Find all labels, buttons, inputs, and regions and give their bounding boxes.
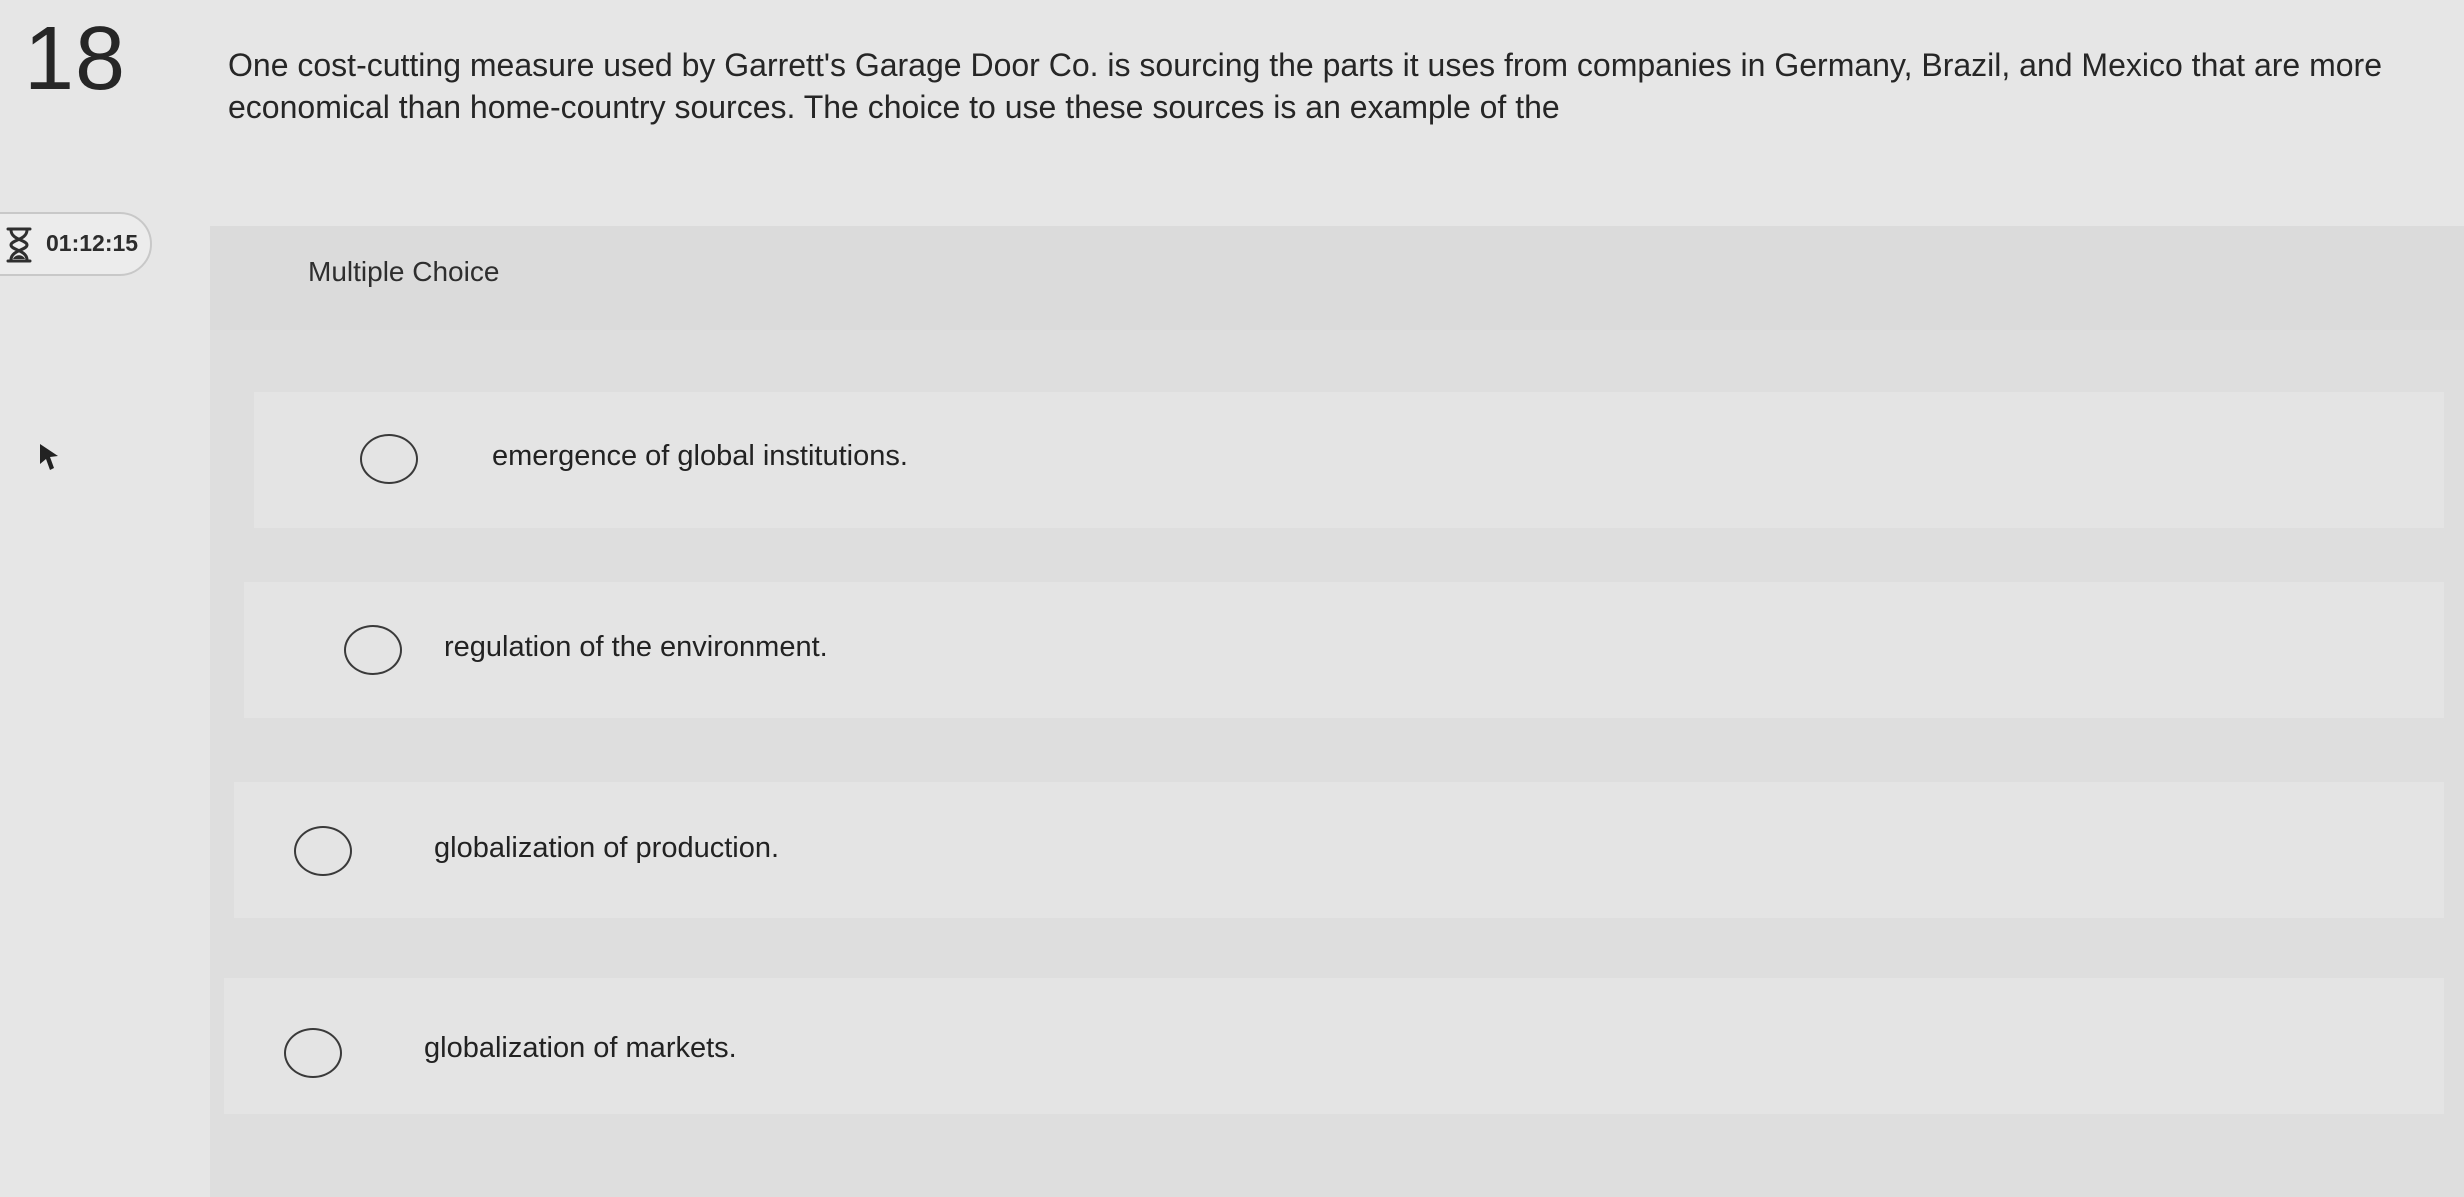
radio-button[interactable] (284, 1028, 342, 1078)
radio-button[interactable] (360, 434, 418, 484)
mouse-cursor-icon (40, 444, 58, 470)
answer-option[interactable]: globalization of production. (234, 782, 2444, 918)
answer-option[interactable]: globalization of markets. (224, 978, 2444, 1114)
answer-option[interactable]: emergence of global institutions. (254, 392, 2444, 528)
multiple-choice-label: Multiple Choice (308, 256, 500, 287)
question-number: 18 (24, 9, 127, 109)
answer-option-label: regulation of the environment. (444, 631, 828, 663)
answer-option-label: globalization of production. (434, 832, 780, 864)
answer-option-label: globalization of markets. (424, 1032, 737, 1064)
answer-option[interactable]: regulation of the environment. (244, 582, 2444, 718)
radio-button[interactable] (344, 625, 402, 675)
timer[interactable]: 01:12:15 (0, 212, 152, 276)
radio-button[interactable] (294, 826, 352, 876)
multiple-choice-header: Multiple Choice (210, 226, 2464, 330)
timer-value: 01:12:15 (46, 230, 139, 256)
answer-option-label: emergence of global institutions. (492, 440, 908, 472)
multiple-choice-panel: Multiple Choice emergence of global inst… (210, 226, 2464, 1197)
hourglass-icon (6, 227, 32, 263)
question-text: One cost-cutting measure used by Garrett… (228, 47, 2382, 125)
